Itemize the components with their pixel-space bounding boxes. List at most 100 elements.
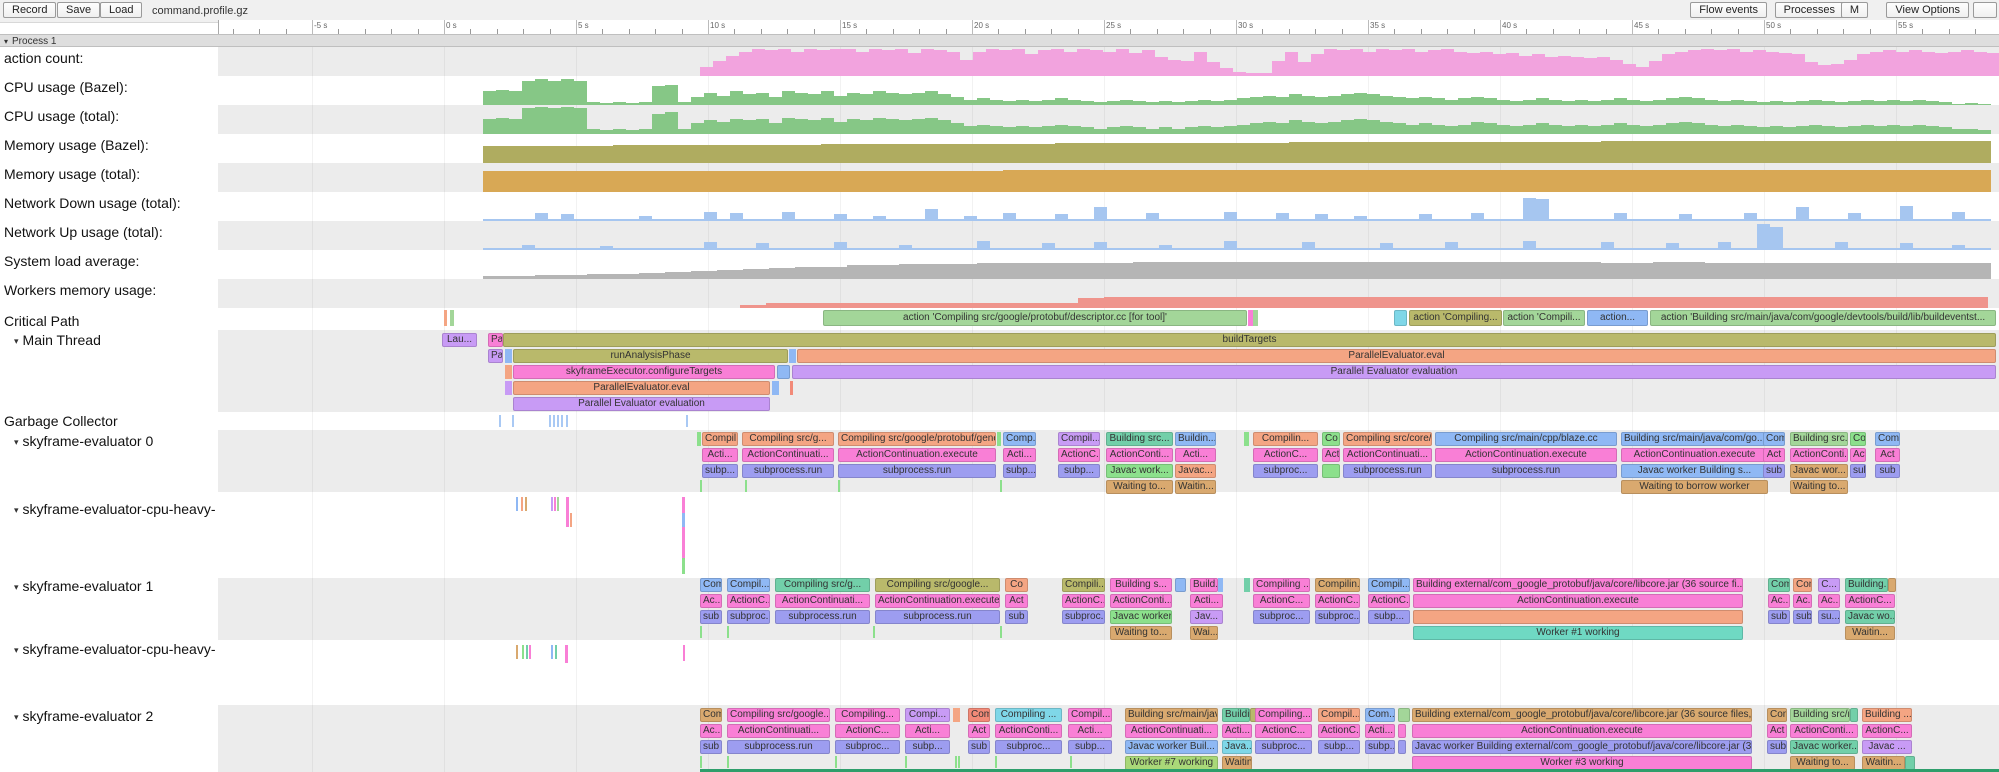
trace-span[interactable]: Waiting to... (1790, 756, 1855, 770)
trace-span[interactable] (1322, 464, 1340, 478)
trace-span[interactable]: Compiling src/google/protobuf/generat... (838, 432, 996, 446)
disclosure-triangle-icon[interactable]: ▾ (14, 645, 19, 655)
trace-span[interactable]: Compiling... (1255, 708, 1312, 722)
thread-label[interactable]: ▾skyframe-evaluator-cpu-heavy- (4, 501, 216, 517)
trace-span[interactable]: Waitin... (1862, 756, 1905, 770)
trace-span[interactable]: Com (700, 578, 722, 592)
trace-span[interactable]: sub (1767, 740, 1787, 754)
trace-span[interactable]: ActionC... (1845, 594, 1895, 608)
event-tick[interactable] (522, 645, 524, 659)
trace-span[interactable]: Compiling ... (995, 708, 1062, 722)
trace-span[interactable]: subprocess.run (727, 740, 830, 754)
trace-span[interactable]: Waitin... (1845, 626, 1895, 640)
trace-span[interactable]: ActionContinuation.execute (875, 594, 1000, 608)
trace-span[interactable]: Ac... (1793, 594, 1812, 608)
trace-span[interactable] (505, 381, 512, 395)
trace-span[interactable]: ActionConti... (1790, 724, 1858, 738)
trace-span[interactable]: Building src... (1790, 432, 1848, 446)
event-tick[interactable] (499, 415, 501, 427)
trace-span[interactable]: Acti... (1068, 724, 1112, 738)
trace-span[interactable]: Com (1793, 578, 1812, 592)
trace-span[interactable]: Javac work... (1106, 464, 1173, 478)
trace-span[interactable]: subprocess.run (838, 464, 996, 478)
trace-span[interactable]: Act (1850, 448, 1866, 462)
trace-span[interactable]: subproc... (835, 740, 900, 754)
event-tick[interactable] (686, 415, 688, 427)
trace-span[interactable]: Wai... (1190, 626, 1218, 640)
event-tick[interactable] (727, 756, 729, 768)
trace-span[interactable]: action 'Compiling... (1409, 310, 1502, 326)
trace-span[interactable]: action 'Compili... (1503, 310, 1585, 326)
event-tick[interactable] (683, 645, 685, 661)
trace-span[interactable]: Compiling src/g... (742, 432, 834, 446)
trace-span[interactable]: subprocess.run (742, 464, 834, 478)
trace-span[interactable]: Par (488, 349, 503, 363)
trace-span[interactable]: Build... (1190, 578, 1218, 592)
trace-span[interactable]: subprocess.run (1343, 464, 1432, 478)
process-header[interactable]: ▾Process 1 (0, 34, 1999, 47)
trace-span[interactable] (1888, 578, 1896, 592)
trace-span[interactable]: Acti... (1190, 594, 1223, 608)
event-tick[interactable] (700, 756, 702, 768)
trace-span[interactable]: Compi... (905, 708, 950, 722)
trace-span[interactable]: Compil... (727, 578, 770, 592)
trace-span[interactable]: Ac... (1818, 594, 1840, 608)
trace-span[interactable]: su... (1818, 610, 1840, 624)
trace-span[interactable]: subp... (1365, 740, 1395, 754)
trace-span[interactable]: sub (1763, 464, 1785, 478)
trace-span[interactable]: ActionContinuati... (742, 448, 834, 462)
trace-span[interactable]: Act (1005, 594, 1028, 608)
trace-span[interactable]: Com (1767, 708, 1787, 722)
trace-span[interactable]: Waiting to... (1790, 480, 1848, 494)
trace-span[interactable]: Compili... (1062, 578, 1105, 592)
trace-span[interactable]: Acti... (1365, 724, 1395, 738)
trace-span[interactable]: Par (488, 333, 503, 347)
trace-span[interactable]: Compilin... (1253, 432, 1318, 446)
trace-span[interactable]: ActionC... (1253, 594, 1310, 608)
disclosure-triangle-icon[interactable]: ▾ (14, 582, 19, 592)
trace-span[interactable]: Building... (1845, 578, 1888, 592)
event-tick[interactable] (873, 626, 875, 638)
counter-row-4[interactable]: Memory usage (total): (0, 163, 1999, 192)
trace-span[interactable]: ActionContinuation.execute (1621, 448, 1768, 462)
event-tick[interactable] (570, 513, 572, 527)
trace-span[interactable]: Javac... (1175, 464, 1216, 478)
trace-span[interactable] (953, 708, 960, 722)
trace-span[interactable]: Compiling ... (1253, 578, 1310, 592)
processes-button[interactable]: Processes (1775, 2, 1844, 18)
trace-span[interactable]: Lau... (442, 333, 477, 347)
trace-span[interactable]: Act (968, 724, 990, 738)
trace-span[interactable]: Building external/com_google_protobuf/ja… (1412, 708, 1752, 722)
trace-span[interactable]: Jav... (1190, 610, 1223, 624)
trace-span[interactable]: subproc... (727, 610, 770, 624)
trace-span[interactable] (1413, 610, 1743, 624)
event-tick[interactable] (1070, 756, 1072, 768)
thread-label[interactable]: ▾skyframe-evaluator 2 (4, 708, 153, 724)
trace-span[interactable]: Co (1322, 432, 1340, 446)
trace-span[interactable]: Com (1763, 432, 1785, 446)
load-button[interactable]: Load (100, 2, 142, 18)
trace-span[interactable]: Com... (1365, 708, 1395, 722)
trace-span[interactable]: Javac worker Building s... (1621, 464, 1768, 478)
trace-span[interactable]: Javac worker Buil... (1125, 740, 1218, 754)
trace-span[interactable]: subp... (1318, 740, 1360, 754)
trace-span[interactable]: ActionC... (1315, 594, 1360, 608)
trace-span[interactable]: runAnalysisPhase (513, 349, 788, 363)
thread-label[interactable]: Garbage Collector (4, 413, 118, 429)
event-tick[interactable] (682, 558, 685, 574)
trace-span[interactable]: subproc... (1255, 740, 1312, 754)
event-tick[interactable] (995, 756, 997, 768)
trace-span[interactable]: Worker #3 working (1412, 756, 1752, 770)
save-button[interactable]: Save (57, 2, 100, 18)
disclosure-triangle-icon[interactable]: ▾ (14, 505, 19, 515)
trace-span[interactable]: ActionC... (1253, 448, 1318, 462)
counter-row-3[interactable]: Memory usage (Bazel): (0, 134, 1999, 163)
trace-span[interactable]: ActionC... (1318, 724, 1360, 738)
event-tick[interactable] (551, 497, 553, 511)
event-tick[interactable] (1000, 626, 1002, 638)
trace-span[interactable]: Co (1850, 432, 1866, 446)
event-tick[interactable] (835, 756, 837, 768)
trace-span[interactable] (790, 381, 793, 395)
trace-span[interactable]: subproc... (1253, 464, 1318, 478)
trace-span[interactable]: buildTargets (503, 333, 1996, 347)
